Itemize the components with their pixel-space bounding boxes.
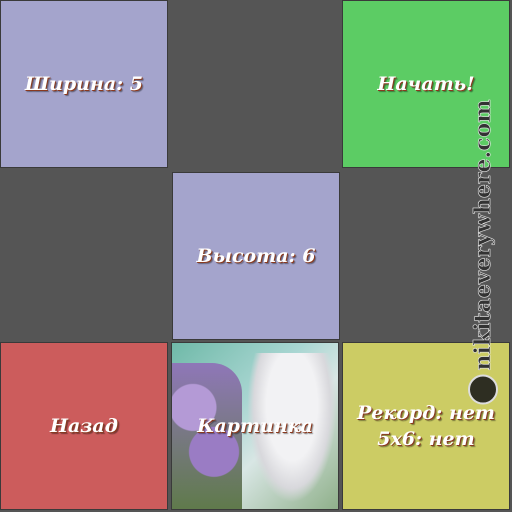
picture-button[interactable]: Картинка	[171, 342, 339, 510]
start-label: Начать!	[377, 73, 475, 95]
picture-label: Картинка	[197, 415, 313, 437]
back-label: Назад	[50, 415, 118, 437]
watermark: nikitaeverywhere.com	[468, 99, 498, 405]
watermark-logo-icon	[468, 374, 498, 405]
width-button[interactable]: Ширина: 5	[0, 0, 168, 168]
back-button[interactable]: Назад	[0, 342, 168, 510]
width-label: Ширина: 5	[24, 73, 144, 95]
record-line-2: 5x6: нет	[377, 428, 475, 450]
height-label: Высота: 6	[196, 245, 316, 267]
height-button[interactable]: Высота: 6	[172, 172, 340, 340]
watermark-text: nikitaeverywhere.com	[470, 99, 497, 371]
